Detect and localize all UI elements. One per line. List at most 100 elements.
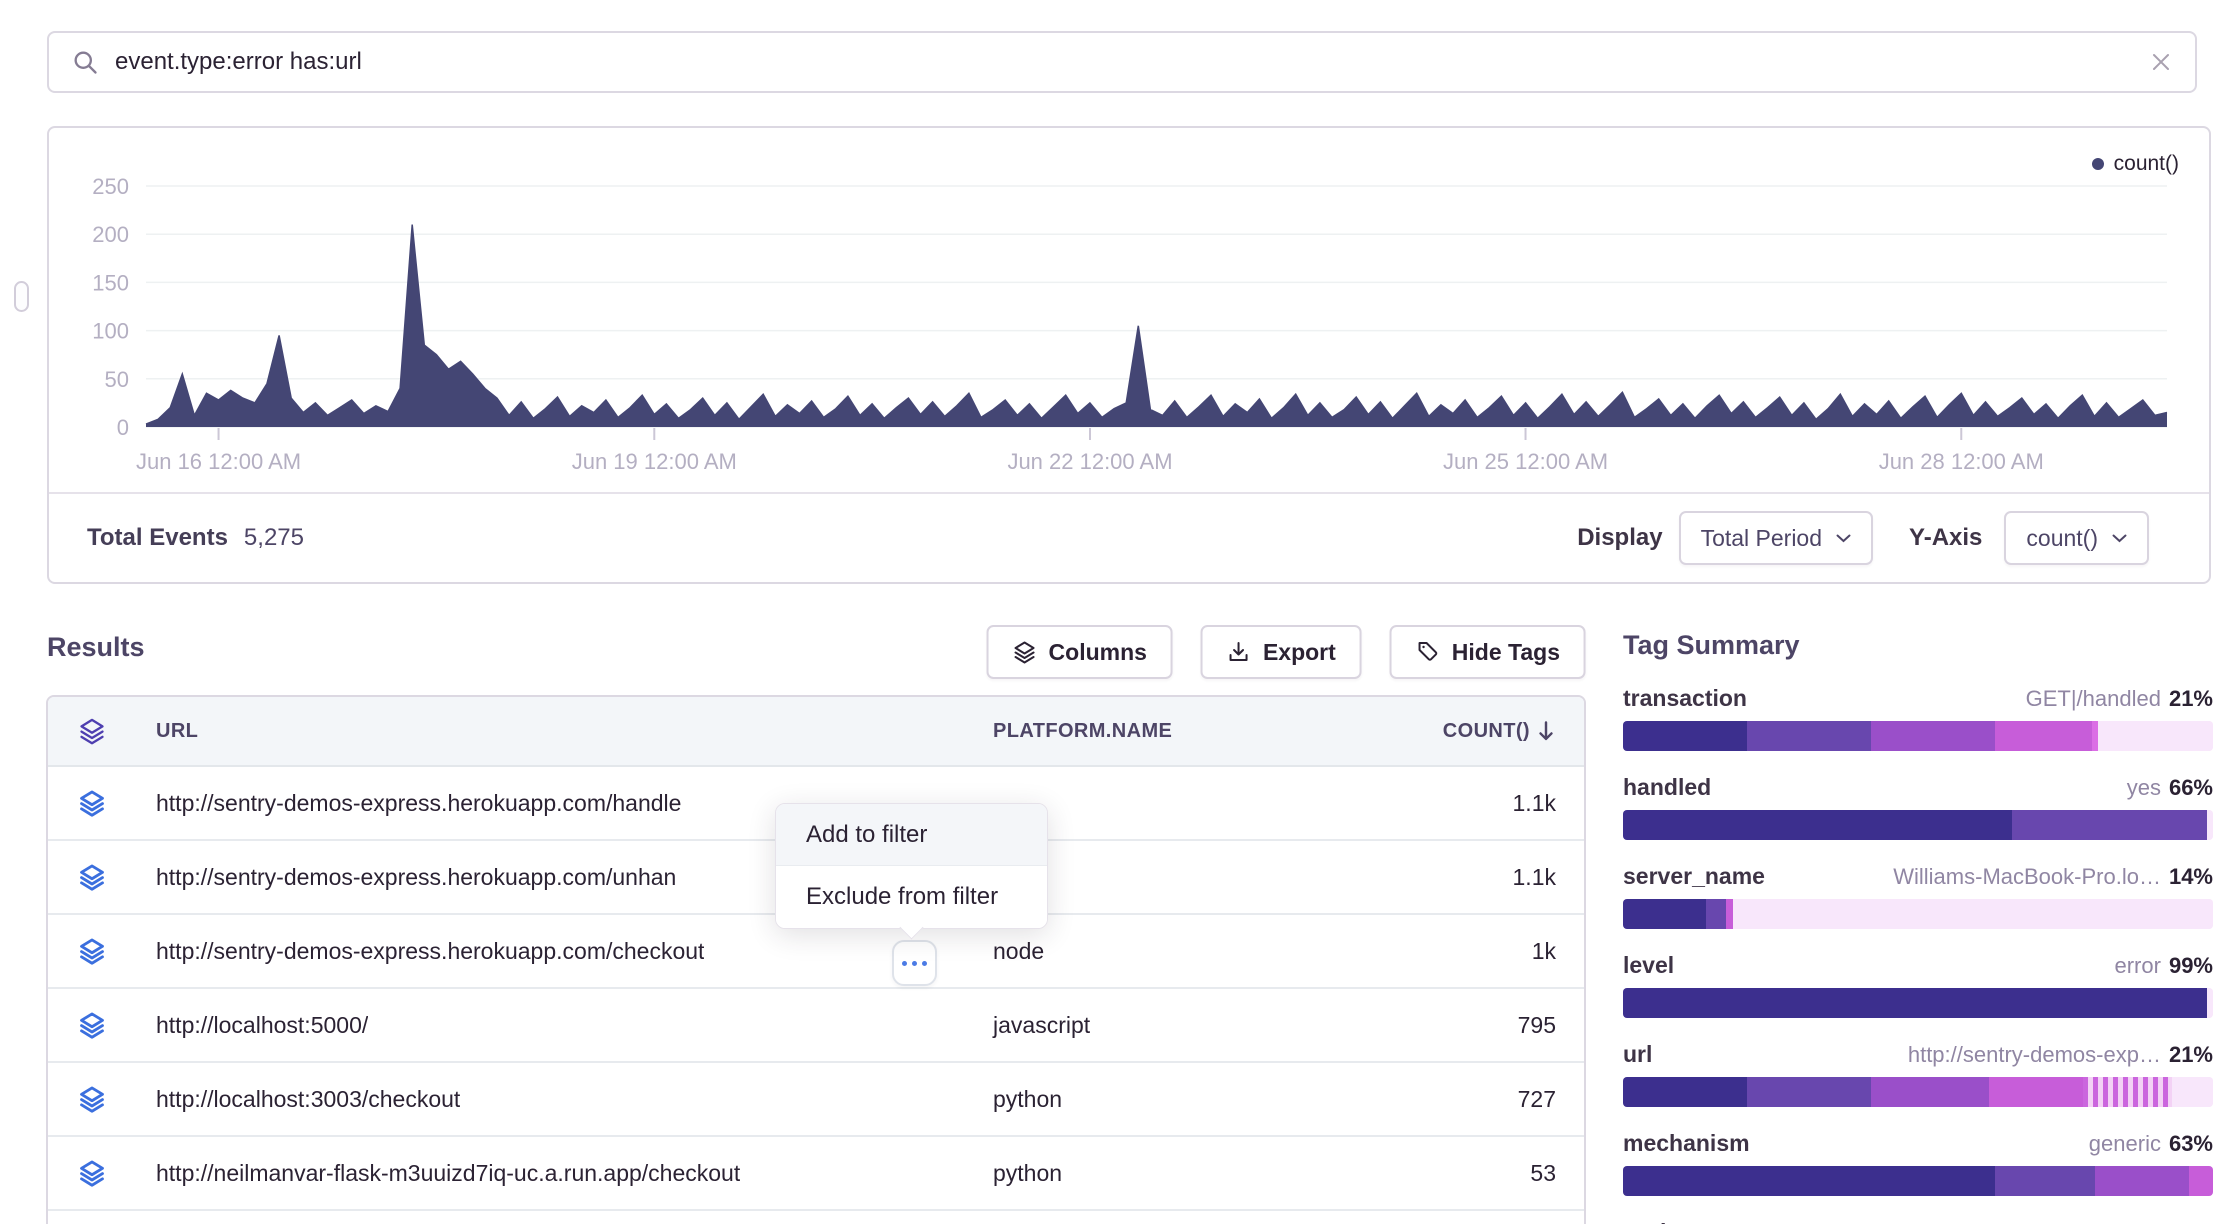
drawer-handle[interactable] [14, 281, 29, 312]
column-header-url[interactable]: URL [156, 720, 198, 743]
chart-legend[interactable]: count() [2092, 152, 2179, 176]
stack-icon [78, 937, 106, 965]
yaxis-dropdown[interactable]: count() [2004, 511, 2149, 565]
svg-text:150: 150 [92, 270, 129, 295]
tag-bar-segment [1623, 721, 1747, 751]
stack-icon [78, 789, 106, 817]
tag-name: project [1623, 1219, 1700, 1224]
url-cell[interactable]: http://localhost:3003/checkout [156, 1086, 460, 1113]
search-input[interactable]: event.type:error has:url [115, 48, 2149, 76]
svg-text:50: 50 [105, 367, 129, 392]
svg-text:250: 250 [92, 174, 129, 199]
tag-name: mechanism [1623, 1130, 1750, 1157]
count-cell: 727 [1518, 1086, 1556, 1113]
tag-entry: server_nameWilliams-MacBook-Pro.lo…14% [1623, 863, 2213, 929]
tag-bar-segment [1989, 1077, 2083, 1107]
tag-bar-segment [2095, 1166, 2189, 1196]
svg-text:0: 0 [117, 415, 129, 440]
tag-top-value: express-demo [2022, 1220, 2161, 1224]
tag-bar[interactable] [1623, 899, 2213, 929]
stack-icon [78, 1159, 106, 1187]
svg-text:Jun 19 12:00 AM: Jun 19 12:00 AM [572, 449, 737, 474]
tag-bar-segment [2083, 1077, 2172, 1107]
url-cell[interactable]: http://sentry-demos-express.herokuapp.co… [156, 938, 704, 965]
svg-text:Jun 25 12:00 AM: Jun 25 12:00 AM [1443, 449, 1608, 474]
tag-top-value: GET|/handled [2026, 686, 2161, 711]
tag-bar[interactable] [1623, 810, 2213, 840]
display-dropdown[interactable]: Total Period [1679, 511, 1873, 565]
search-icon [71, 48, 99, 76]
tag-percent: 21% [2169, 686, 2213, 711]
clear-search-icon[interactable] [2149, 50, 2173, 74]
platform-cell: python [993, 1160, 1062, 1187]
export-button-label: Export [1263, 639, 1336, 666]
tag-summary-title: Tag Summary [1623, 630, 2213, 661]
table-row[interactable]: http://localhost:5000/ javascript 795 [48, 989, 1584, 1063]
total-events-value: 5,275 [244, 524, 304, 552]
menu-item-add-to-filter[interactable]: Add to filter [776, 804, 1047, 866]
tag-bar[interactable] [1623, 1077, 2213, 1107]
tag-entry: project express-demo 63% [1623, 1219, 2213, 1224]
tag-bar[interactable] [1623, 1166, 2213, 1196]
url-cell[interactable]: http://sentry-demos-express.herokuapp.co… [156, 790, 681, 817]
stack-icon [78, 717, 106, 745]
tag-entry: levelerror99% [1623, 952, 2213, 1018]
tag-percent: 99% [2169, 953, 2213, 978]
tag-entry: handledyes66% [1623, 774, 2213, 840]
column-header-platform[interactable]: PLATFORM.NAME [993, 720, 1172, 743]
export-button[interactable]: Export [1201, 625, 1362, 679]
column-header-count[interactable]: COUNT() [1443, 720, 1556, 743]
tag-summary: Tag Summary transaction GET|/handled 21% ha… [1623, 630, 2213, 1224]
tag-bar-segment [1623, 988, 2207, 1018]
count-cell: 795 [1518, 1012, 1556, 1039]
results-table: URL PLATFORM.NAME COUNT() http://sentry-… [46, 695, 1586, 1224]
tag-bar-segment [1623, 899, 1706, 929]
cell-actions-button[interactable] [892, 940, 937, 986]
tag-bar-segment [2098, 721, 2213, 751]
tag-icon [1416, 640, 1440, 664]
tag-bar-segment [1623, 810, 2012, 840]
url-cell[interactable]: http://neilmanvar-flask-m3uuizd7iq-uc.a.… [156, 1160, 740, 1187]
tag-bar-segment [1995, 721, 2092, 751]
tag-bar-segment [2207, 988, 2213, 1018]
tag-name: level [1623, 952, 1674, 979]
tag-bar[interactable] [1623, 988, 2213, 1018]
results-toolbar: Columns Export Hide Tags [987, 625, 1586, 679]
yaxis-label: Y-Axis [1909, 524, 1982, 552]
tag-bar-segment [1871, 1077, 1989, 1107]
total-events-label: Total Events [87, 524, 228, 552]
tag-bar-segment [2207, 810, 2213, 840]
svg-text:Jun 22 12:00 AM: Jun 22 12:00 AM [1007, 449, 1172, 474]
url-cell[interactable]: http://localhost:5000/ [156, 1012, 368, 1039]
count-cell: 1.1k [1513, 864, 1556, 891]
tag-bar-segment [1623, 1077, 1747, 1107]
hide-tags-button-label: Hide Tags [1452, 639, 1560, 666]
columns-button[interactable]: Columns [987, 625, 1173, 679]
legend-dot [2092, 158, 2104, 170]
table-header: URL PLATFORM.NAME COUNT() [48, 697, 1584, 767]
columns-button-label: Columns [1049, 639, 1147, 666]
tag-bar-segment [2189, 1166, 2213, 1196]
tag-name: server_name [1623, 863, 1765, 890]
table-row[interactable]: http://neilmanvar-flask-m3uuizd7iq-uc.a.… [48, 1137, 1584, 1211]
tag-percent: 66% [2169, 775, 2213, 800]
tag-name: transaction [1623, 685, 1747, 712]
hide-tags-button[interactable]: Hide Tags [1390, 625, 1586, 679]
tag-percent: 63% [2169, 1131, 2213, 1156]
tag-top-value: generic [2089, 1131, 2161, 1156]
tag-top-value: http://sentry-demos-exp… [1908, 1042, 2161, 1067]
table-row[interactable]: http://localhost:3003/checkout python 72… [48, 1063, 1584, 1137]
count-cell: 1.1k [1513, 790, 1556, 817]
yaxis-dropdown-value: count() [2026, 525, 2098, 552]
tag-bar[interactable] [1623, 721, 2213, 751]
stack-icon [78, 1011, 106, 1039]
legend-label: count() [2114, 152, 2179, 176]
tag-percent: 21% [2169, 1042, 2213, 1067]
svg-text:Jun 28 12:00 AM: Jun 28 12:00 AM [1879, 449, 2044, 474]
chevron-down-icon [1836, 534, 1851, 543]
tag-percent: 63% [2169, 1220, 2213, 1224]
tag-bar-segment [2012, 810, 2207, 840]
tag-bar-segment [2172, 1077, 2213, 1107]
url-cell[interactable]: http://sentry-demos-express.herokuapp.co… [156, 864, 676, 891]
search-bar[interactable]: event.type:error has:url [47, 31, 2197, 93]
